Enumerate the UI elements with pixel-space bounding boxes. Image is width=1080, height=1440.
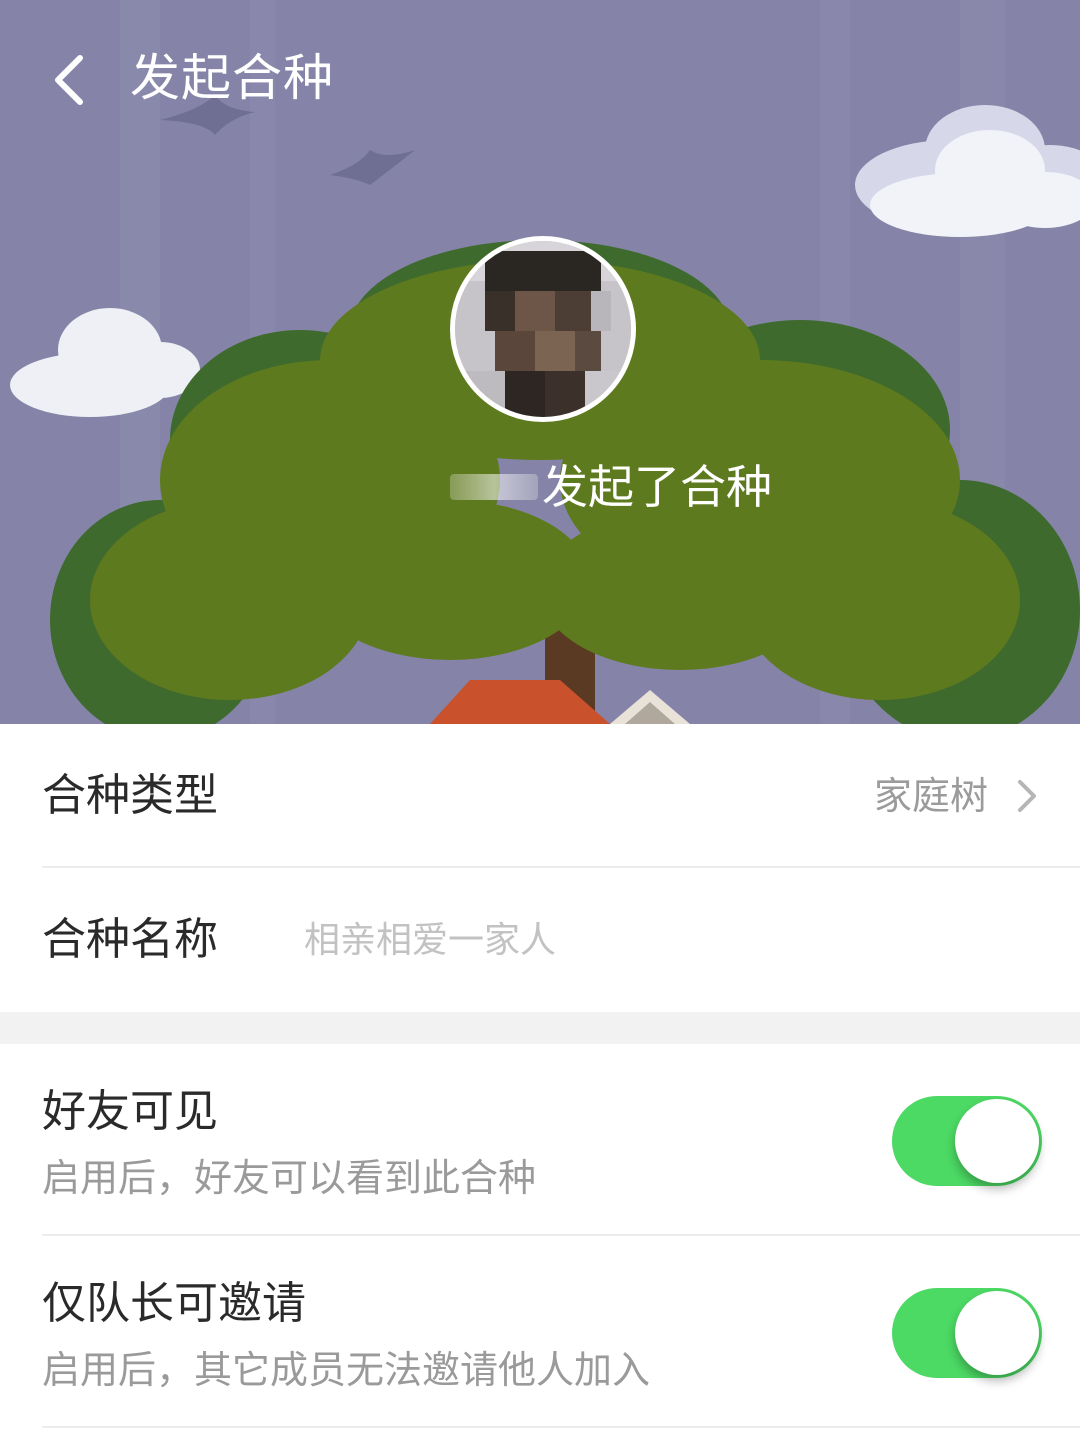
friends-visible-row: 好友可见 启用后，好友可以看到此合种 [42, 1044, 1080, 1236]
name-label: 合种名称 [42, 914, 218, 965]
type-row[interactable]: 合种类型 家庭树 [42, 724, 1080, 868]
top-bar: 发起合种 [0, 0, 1080, 150]
settings-form: 合种类型 家庭树 合种名称 好友可见 启用后，好友可以看到此合种 仅队长可邀请 … [0, 724, 1080, 1428]
back-button[interactable] [30, 40, 110, 120]
pixelated-photo [455, 241, 631, 417]
page-title: 发起合种 [130, 49, 334, 107]
captain-invite-only-title: 仅队长可邀请 [42, 1278, 306, 1329]
friends-visible-toggle[interactable] [892, 1096, 1042, 1186]
name-row: 合种名称 [42, 868, 1080, 1012]
avatar [450, 236, 636, 422]
blurred-username [450, 474, 538, 500]
hero-banner: 发起合种 发起了合种 [0, 0, 1080, 724]
type-label: 合种类型 [42, 770, 218, 821]
captain-invite-only-description: 启用后，其它成员无法邀请他人加入 [42, 1348, 651, 1392]
toggle-knob [955, 1291, 1039, 1375]
captain-invite-only-toggle[interactable] [892, 1288, 1042, 1378]
type-value: 家庭树 [873, 774, 988, 818]
cloud-left [10, 308, 200, 417]
friends-visible-description: 启用后，好友可以看到此合种 [42, 1156, 537, 1200]
house-roof [430, 680, 690, 724]
friends-visible-title: 好友可见 [42, 1086, 218, 1137]
initiator-line: 发起了合种 [450, 455, 772, 519]
chevron-right-icon [1018, 780, 1036, 812]
chevron-left-icon [55, 55, 83, 105]
captain-invite-only-row: 仅队长可邀请 启用后，其它成员无法邀请他人加入 [42, 1236, 1080, 1428]
toggle-knob [955, 1099, 1039, 1183]
initiator-text: 发起了合种 [542, 460, 772, 514]
section-divider [0, 1012, 1080, 1044]
name-input[interactable] [304, 908, 1004, 972]
